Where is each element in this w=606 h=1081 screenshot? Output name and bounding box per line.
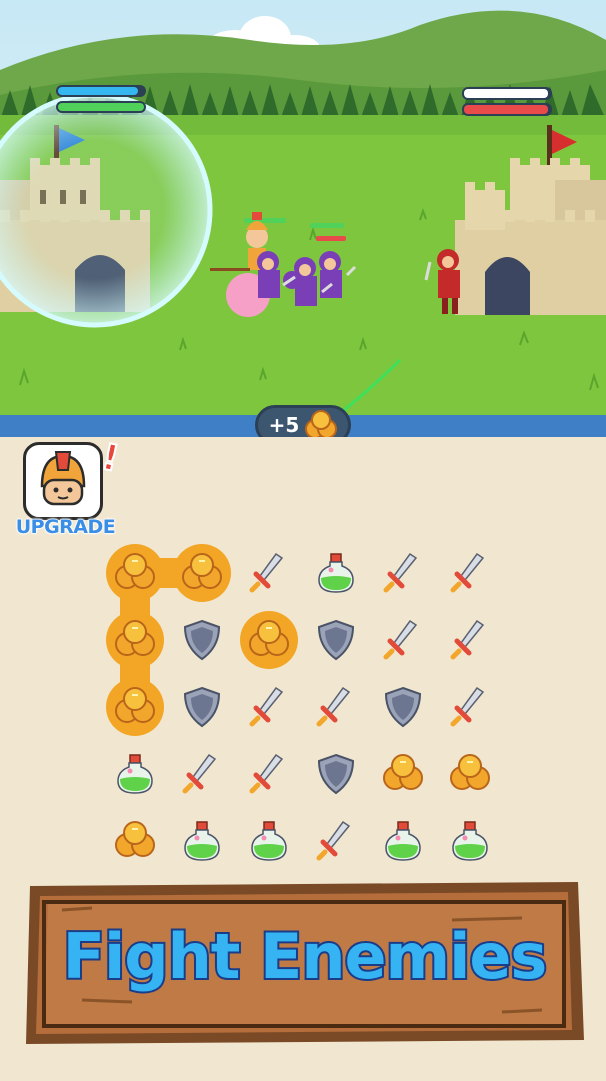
sword-icon [316, 820, 351, 861]
grid-cell-shield[interactable] [303, 741, 369, 807]
potion-icon [385, 821, 421, 861]
coin-stack-icon [450, 754, 490, 790]
item-grid [102, 540, 506, 876]
grid-cell-coin[interactable] [102, 808, 168, 874]
grid-cell-potion[interactable] [437, 808, 503, 874]
battlefield-background [0, 0, 606, 415]
coin-stack-icon [115, 821, 155, 857]
coin-stack-icon [383, 754, 423, 790]
potion-icon [318, 553, 354, 593]
grid-cell-sword[interactable] [303, 808, 369, 874]
grid-cell-potion[interactable] [102, 741, 168, 807]
sword-icon [450, 552, 485, 593]
coin-stack-icon [115, 620, 155, 656]
grid-cell-sword[interactable] [370, 540, 436, 606]
grid-cell-sword[interactable] [370, 607, 436, 673]
grid-cell-potion[interactable] [303, 540, 369, 606]
upgrade-tile[interactable] [23, 442, 103, 520]
grid-cell-sword[interactable] [437, 674, 503, 740]
grid-cell-sword[interactable] [303, 674, 369, 740]
grid-cell-coin[interactable] [370, 741, 436, 807]
shield-icon [183, 619, 221, 661]
sword-icon [450, 686, 485, 727]
knight-helmet-icon [40, 451, 86, 506]
coin-stack-icon [182, 553, 222, 589]
shield-icon [183, 686, 221, 728]
grid-cell-sword[interactable] [236, 674, 302, 740]
upgrade-alert-badge: ! [97, 436, 124, 482]
shield-icon [317, 753, 355, 795]
battle-scene [0, 0, 606, 415]
grid-cell-shield[interactable] [169, 674, 235, 740]
grid-cell-shield[interactable] [169, 607, 235, 673]
shield-bubble [0, 92, 213, 328]
grid-cell-sword[interactable] [437, 540, 503, 606]
shield-icon [384, 686, 422, 728]
potion-icon [251, 821, 287, 861]
grid-cell-coin[interactable] [102, 540, 168, 606]
shield-icon [317, 619, 355, 661]
coin-stack-icon [115, 553, 155, 589]
potion-icon [117, 754, 153, 794]
grid-cell-coin[interactable] [169, 540, 235, 606]
coin-stack-icon [115, 687, 155, 723]
grid-cell-sword[interactable] [236, 741, 302, 807]
sword-icon [182, 753, 217, 794]
coin-stack-icon [305, 410, 338, 439]
grid-cell-sword[interactable] [236, 540, 302, 606]
sword-icon [249, 552, 284, 593]
grid-cell-potion[interactable] [370, 808, 436, 874]
grid-cell-coin[interactable] [102, 674, 168, 740]
upgrade-label: UPGRADE [15, 516, 116, 539]
grid-cell-coin[interactable] [437, 741, 503, 807]
sword-icon [383, 552, 418, 593]
coin-stack-icon [249, 620, 289, 656]
grid-cell-coin[interactable] [102, 607, 168, 673]
grid-cell-shield[interactable] [303, 607, 369, 673]
potion-icon [452, 821, 488, 861]
potion-icon [184, 821, 220, 861]
sword-icon [316, 686, 351, 727]
grid-cell-sword[interactable] [437, 607, 503, 673]
upgrade-button[interactable]: ! UPGRADE [8, 436, 124, 543]
grid-cell-potion[interactable] [236, 808, 302, 874]
reward-amount: +5 [268, 413, 300, 437]
grid-cell-sword[interactable] [169, 741, 235, 807]
banner: Fight Enemies [22, 880, 587, 1046]
grid-cell-potion[interactable] [169, 808, 235, 874]
sword-icon [383, 619, 418, 660]
grid-cell-coin[interactable] [236, 607, 302, 673]
sword-icon [450, 619, 485, 660]
sword-icon [249, 686, 284, 727]
grid-cell-shield[interactable] [370, 674, 436, 740]
sword-icon [249, 753, 284, 794]
banner-title: Fight Enemies [61, 918, 550, 995]
